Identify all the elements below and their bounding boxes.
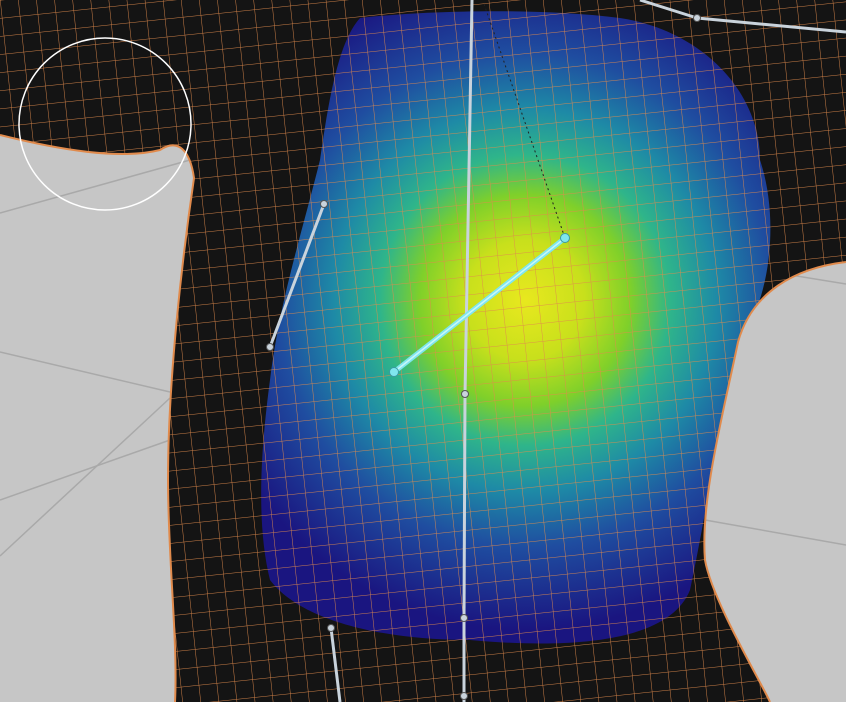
spine-joint-lower[interactable] xyxy=(460,614,468,622)
shoulder-joint[interactable] xyxy=(693,14,701,22)
active-bone-head[interactable] xyxy=(389,367,399,377)
hip-bone-left-head[interactable] xyxy=(327,624,335,632)
spine-bone-lower[interactable] xyxy=(462,394,467,619)
spine-joint-bottom[interactable] xyxy=(460,692,468,700)
active-bone-tail[interactable] xyxy=(560,233,570,243)
viewport-canvas[interactable] xyxy=(0,0,846,702)
spine-joint[interactable] xyxy=(461,390,469,398)
3d-viewport[interactable] xyxy=(0,0,846,702)
rib-bone-left-tail[interactable] xyxy=(266,343,274,351)
rib-bone-left-head[interactable] xyxy=(320,200,328,208)
